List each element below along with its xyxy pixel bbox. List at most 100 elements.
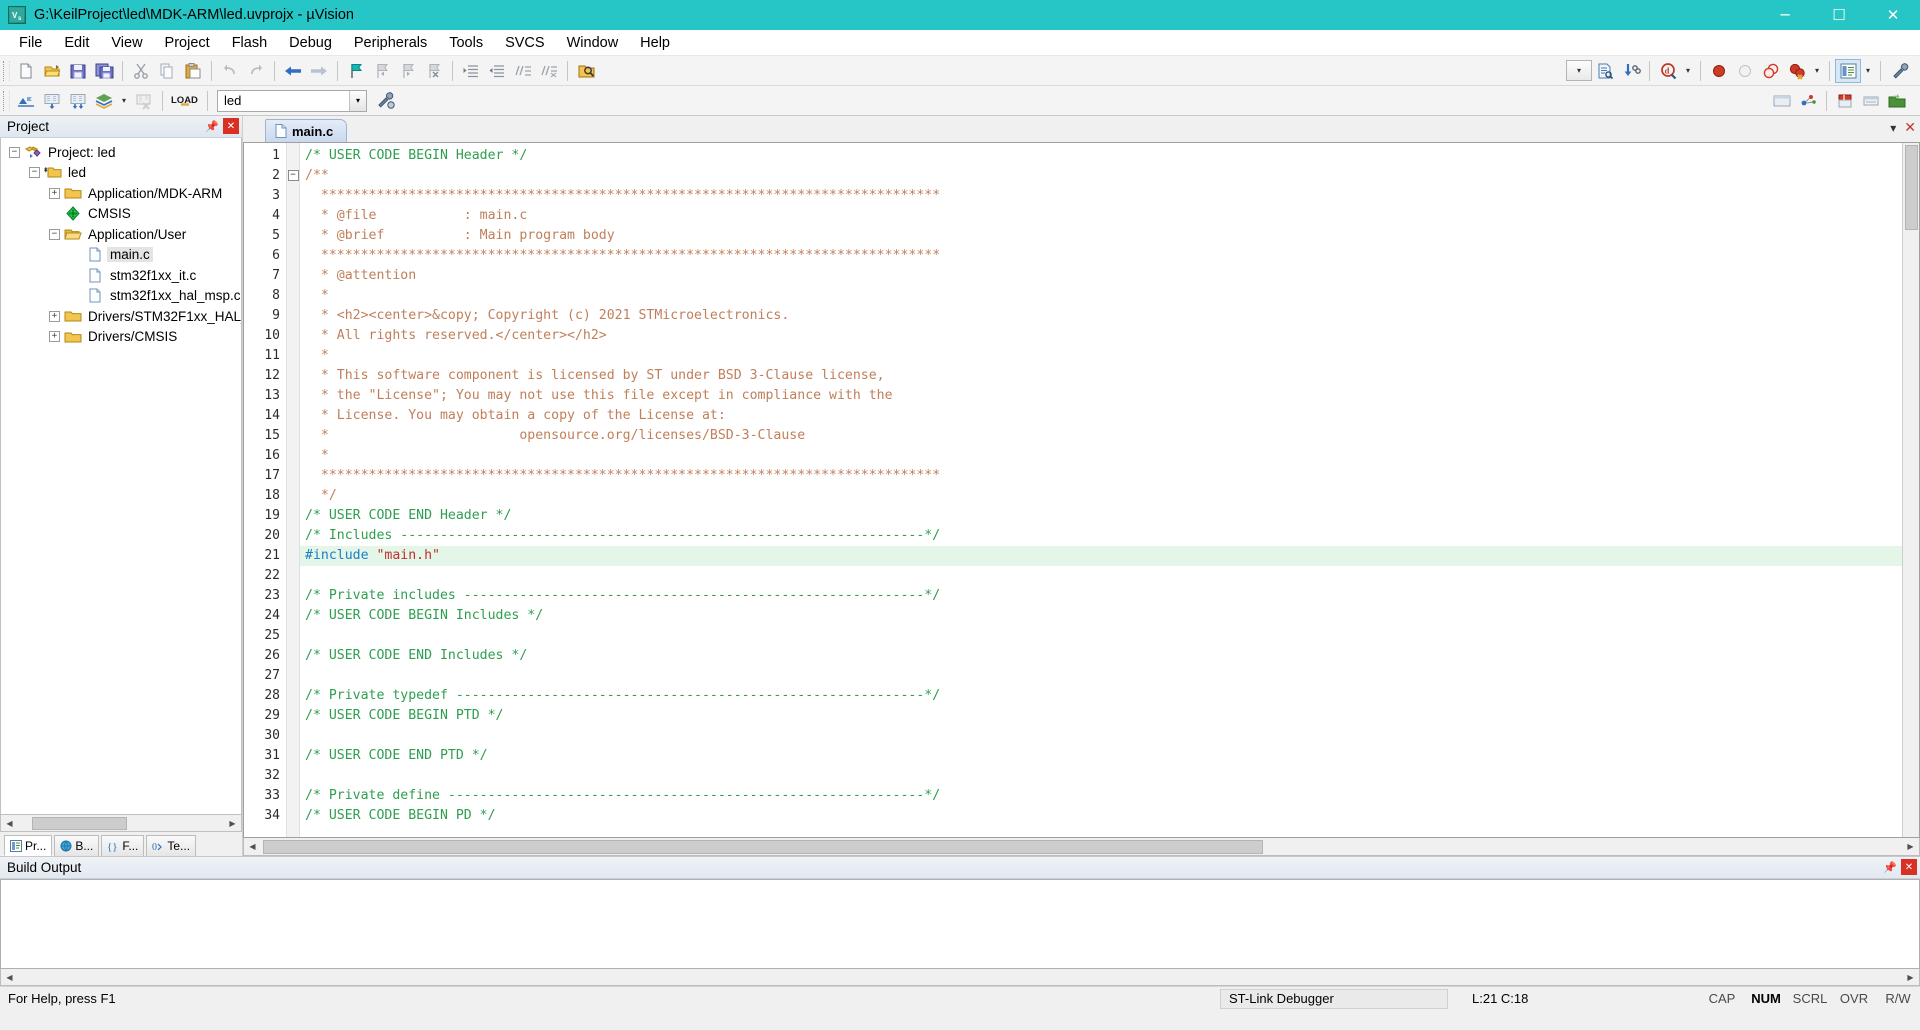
code-line[interactable]: * xyxy=(300,446,1902,466)
select-software-packs-icon[interactable] xyxy=(1858,89,1884,113)
menu-edit[interactable]: Edit xyxy=(53,32,100,54)
tree-node-drivers-stm32f1xx-hal-driver[interactable]: + Drivers/STM32F1xx_HAL_Driver xyxy=(1,306,241,327)
copy-icon[interactable] xyxy=(154,59,180,83)
project-window-icon[interactable] xyxy=(1835,58,1861,83)
code-line[interactable]: * @file : main.c xyxy=(300,206,1902,226)
scroll-right-arrow-icon[interactable]: ▶ xyxy=(1902,969,1919,985)
expander-icon[interactable]: + xyxy=(49,187,60,199)
build-output-horizontal-scrollbar[interactable]: ◀ ▶ xyxy=(0,969,1920,986)
translate-icon[interactable] xyxy=(13,89,39,113)
manage-runtime-icon[interactable] xyxy=(1769,89,1795,113)
chevron-down-icon[interactable]: ▾ xyxy=(1890,121,1896,135)
indent-icon[interactable] xyxy=(458,59,484,83)
chevron-down-icon[interactable]: ▾ xyxy=(1681,59,1695,83)
save-all-icon[interactable] xyxy=(91,59,117,83)
manage-project-icon[interactable] xyxy=(1884,89,1910,113)
code-line[interactable]: /* Private define ----------------------… xyxy=(300,786,1902,806)
code-line[interactable] xyxy=(300,566,1902,586)
tree-node-target[interactable]: − led xyxy=(1,163,241,184)
chevron-down-icon[interactable]: ▾ xyxy=(117,89,131,113)
scroll-right-arrow-icon[interactable]: ▶ xyxy=(224,815,241,831)
code-line[interactable]: ****************************************… xyxy=(300,186,1902,206)
maximize-button[interactable]: ☐ xyxy=(1812,0,1866,30)
target-select[interactable]: led ▾ xyxy=(217,89,367,112)
editor-tab-main-c[interactable]: main.c xyxy=(265,119,348,142)
toolbar-grip[interactable] xyxy=(3,90,10,111)
download-icon[interactable]: LOAD xyxy=(168,89,202,113)
pin-icon[interactable]: 📌 xyxy=(1882,859,1898,875)
toolbox-combo-icon[interactable]: ▾ xyxy=(1566,60,1592,81)
code-line[interactable]: /* USER CODE BEGIN PTD */ xyxy=(300,706,1902,726)
expander-icon[interactable]: + xyxy=(49,331,60,343)
code-line[interactable]: * @attention xyxy=(300,266,1902,286)
code-line[interactable]: ****************************************… xyxy=(300,246,1902,266)
find-next-icon[interactable] xyxy=(1618,59,1644,83)
chevron-down-icon[interactable]: ▾ xyxy=(1861,59,1875,83)
minimize-button[interactable]: ─ xyxy=(1758,0,1812,30)
bookmark-clear-icon[interactable] xyxy=(421,59,447,83)
batch-build-icon[interactable] xyxy=(91,89,117,113)
tree-node-cmsis[interactable]: CMSIS xyxy=(1,204,241,225)
comment-icon[interactable] xyxy=(510,59,536,83)
code-line[interactable]: * This software component is licensed by… xyxy=(300,366,1902,386)
code-line[interactable]: /* USER CODE END Includes */ xyxy=(300,646,1902,666)
code-editor[interactable]: 1 2 3 4 5 6 7 8 9 10 11 12 13 14 15 16 17 18 19 20 21 22 23 24 2… xyxy=(243,142,1920,838)
cut-icon[interactable] xyxy=(128,59,154,83)
undo-icon[interactable] xyxy=(217,59,243,83)
code-line[interactable]: * the "License"; You may not use this fi… xyxy=(300,386,1902,406)
tree-node-project[interactable]: − Project: led xyxy=(1,142,241,163)
code-line[interactable]: * opensource.org/licenses/BSD-3-Clause xyxy=(300,426,1902,446)
find-in-files-icon[interactable] xyxy=(573,59,599,83)
toolbar-grip[interactable] xyxy=(3,60,10,81)
code-line[interactable] xyxy=(300,766,1902,786)
project-tree-horizontal-scrollbar[interactable]: ◀ ▶ xyxy=(0,815,242,832)
debug-start-icon[interactable]: d xyxy=(1655,59,1681,83)
tab-functions[interactable]: {} F... xyxy=(101,835,145,856)
redo-icon[interactable] xyxy=(243,59,269,83)
code-text[interactable]: /* USER CODE BEGIN Header *//** ********… xyxy=(300,143,1902,837)
code-scroll-region[interactable]: 1 2 3 4 5 6 7 8 9 10 11 12 13 14 15 16 17 18 19 20 21 22 23 24 2… xyxy=(244,143,1902,837)
code-line[interactable]: /* Private includes --------------------… xyxy=(300,586,1902,606)
build-icon[interactable] xyxy=(39,89,65,113)
configure-icon[interactable] xyxy=(1886,59,1912,83)
tab-books[interactable]: B... xyxy=(54,835,100,856)
code-line[interactable]: /* USER CODE BEGIN Header */ xyxy=(300,146,1902,166)
code-line[interactable]: /* USER CODE END Header */ xyxy=(300,506,1902,526)
code-folding-column[interactable]: − xyxy=(286,143,300,837)
chevron-down-icon[interactable]: ▾ xyxy=(349,90,366,111)
build-output-text[interactable] xyxy=(0,879,1920,969)
tab-templates[interactable]: 0 Te... xyxy=(146,835,197,856)
bookmark-toggle-icon[interactable] xyxy=(343,59,369,83)
fold-collapse-icon[interactable]: − xyxy=(287,166,299,186)
code-line[interactable] xyxy=(300,626,1902,646)
code-line[interactable]: /** xyxy=(300,166,1902,186)
editor-vertical-scrollbar[interactable] xyxy=(1902,143,1919,837)
scrollbar-thumb[interactable] xyxy=(263,839,1263,854)
code-line[interactable]: * All rights reserved.</center></h2> xyxy=(300,326,1902,346)
code-line[interactable]: /* Includes ----------------------------… xyxy=(300,526,1902,546)
code-line[interactable]: * xyxy=(300,286,1902,306)
multi-project-icon[interactable] xyxy=(1795,89,1821,113)
code-line[interactable]: * <h2><center>&copy; Copyright (c) 2021 … xyxy=(300,306,1902,326)
bookmark-next-icon[interactable] xyxy=(395,59,421,83)
scroll-left-arrow-icon[interactable]: ◀ xyxy=(1,815,18,831)
menu-svcs[interactable]: SVCS xyxy=(494,32,556,54)
menu-peripherals[interactable]: Peripherals xyxy=(343,32,438,54)
tree-node-drivers-cmsis[interactable]: + Drivers/CMSIS xyxy=(1,327,241,348)
tree-node-application-user[interactable]: − Application/User xyxy=(1,224,241,245)
rebuild-icon[interactable] xyxy=(65,89,91,113)
breakpoint-disable-all-icon[interactable] xyxy=(1758,59,1784,83)
editor-horizontal-scrollbar[interactable]: ◀ ▶ xyxy=(243,838,1920,856)
new-file-icon[interactable] xyxy=(13,59,39,83)
code-line[interactable]: /* Private typedef ---------------------… xyxy=(300,686,1902,706)
code-line[interactable]: /* USER CODE BEGIN PD */ xyxy=(300,806,1902,826)
code-line[interactable] xyxy=(300,726,1902,746)
navigate-back-icon[interactable] xyxy=(280,59,306,83)
close-icon[interactable]: ✕ xyxy=(223,118,239,134)
code-line[interactable]: #include "main.h" xyxy=(300,546,1902,566)
tree-node-stm32f1xx-hal-msp-c[interactable]: stm32f1xx_hal_msp.c xyxy=(1,286,241,307)
file-browse-icon[interactable] xyxy=(1592,59,1618,83)
breakpoint-kill-all-icon[interactable] xyxy=(1784,59,1810,83)
close-icon[interactable]: ✕ xyxy=(1904,120,1916,136)
breakpoint-enable-icon[interactable] xyxy=(1732,59,1758,83)
